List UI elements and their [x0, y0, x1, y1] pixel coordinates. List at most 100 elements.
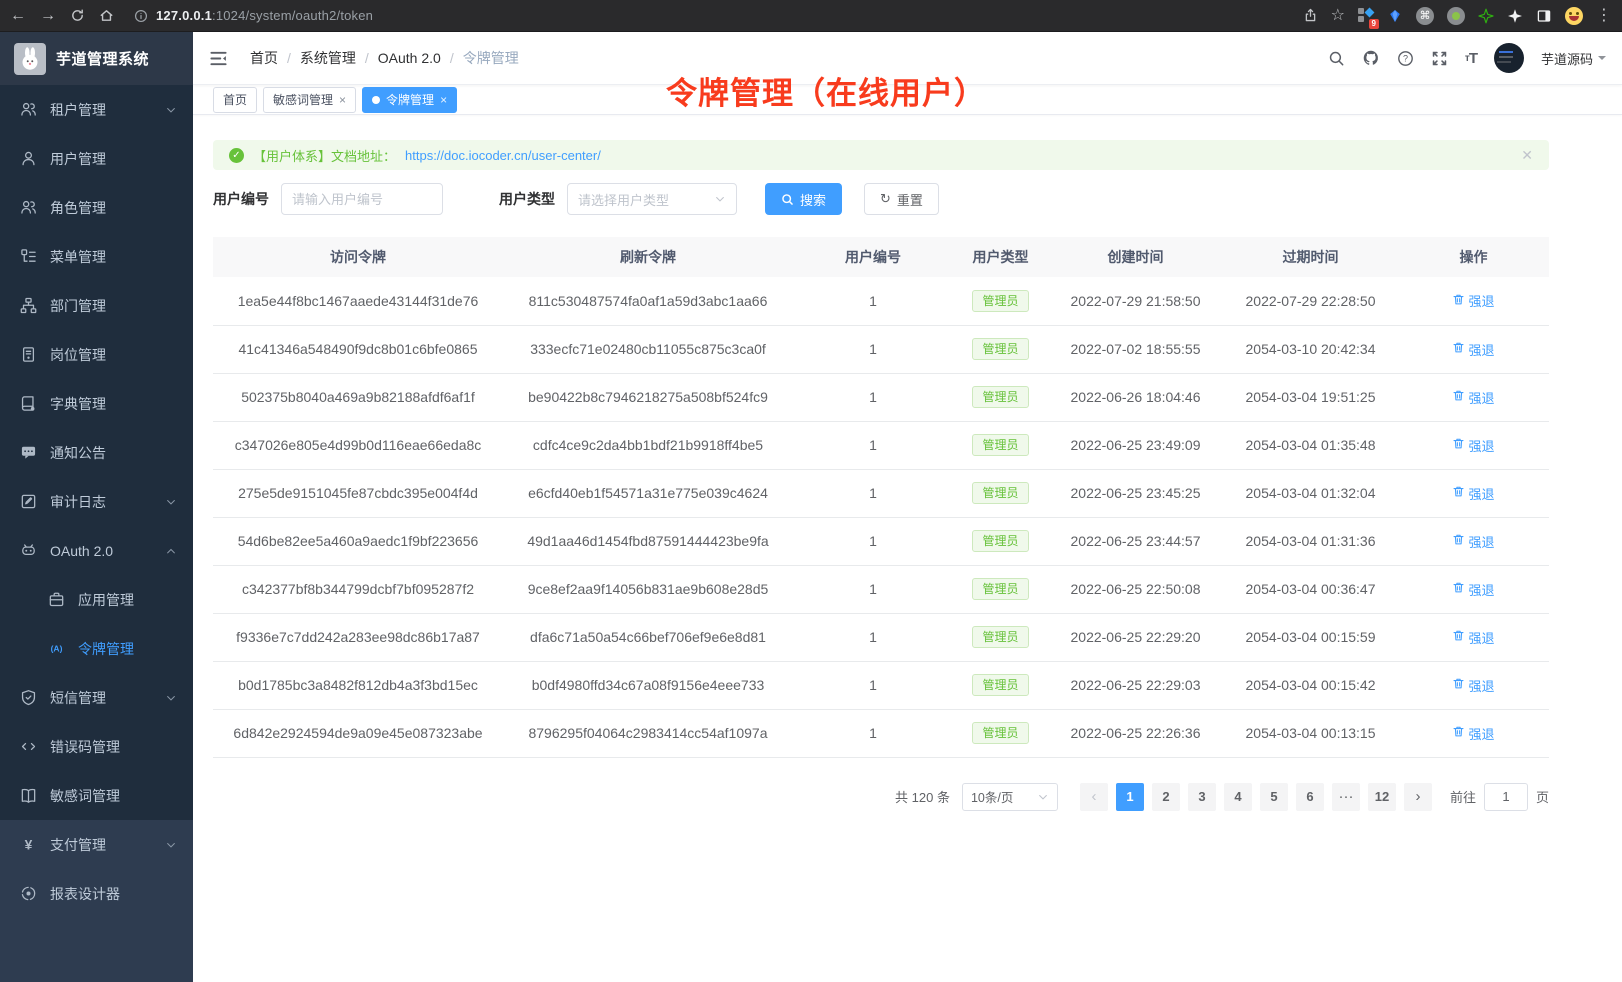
sidebar-item-label: 角色管理: [50, 198, 177, 218]
tab-1[interactable]: 敏感词管理×: [263, 87, 356, 113]
extension-blocks-icon[interactable]: 9: [1358, 8, 1374, 24]
sidebar-item-10[interactable]: 应用管理: [0, 575, 193, 624]
share-icon[interactable]: [1303, 8, 1318, 23]
white-star-extension-icon[interactable]: [1507, 8, 1523, 24]
reset-button[interactable]: ↻ 重置: [864, 183, 939, 215]
trash-icon: [1452, 533, 1465, 549]
breadcrumb-item-3: 令牌管理: [463, 48, 519, 68]
sidebar-item-active-11[interactable]: (A)令牌管理: [0, 624, 193, 673]
gem-extension-icon[interactable]: [1387, 8, 1403, 24]
page-button-4[interactable]: 4: [1224, 783, 1252, 811]
search-button[interactable]: 搜索: [765, 183, 842, 215]
search-icon[interactable]: [1328, 50, 1345, 67]
sidebar-item-8[interactable]: 审计日志: [0, 477, 193, 526]
force-logout-button[interactable]: 强退: [1452, 388, 1494, 407]
sidebar-item-2[interactable]: 角色管理: [0, 183, 193, 232]
close-icon[interactable]: ×: [339, 93, 346, 107]
sidebar-item-label: 部门管理: [50, 296, 177, 316]
extension-badge: 9: [1369, 19, 1379, 29]
user-type-select[interactable]: 请选择用户类型: [567, 183, 737, 215]
prev-page-button[interactable]: ‹: [1080, 783, 1108, 811]
help-icon[interactable]: ?: [1397, 50, 1414, 67]
sidebar-item-6[interactable]: 字典管理: [0, 379, 193, 428]
page-button-12[interactable]: 12: [1368, 783, 1396, 811]
next-page-button[interactable]: ›: [1404, 783, 1432, 811]
browser-back-icon[interactable]: ←: [10, 8, 26, 24]
sidebar-item-9[interactable]: OAuth 2.0: [0, 526, 193, 575]
tab-2[interactable]: 令牌管理×: [362, 87, 457, 113]
font-size-icon[interactable]: тT: [1465, 50, 1477, 67]
app-logo-rabbit-icon: [14, 43, 46, 75]
sidebar-item-label: OAuth 2.0: [50, 543, 152, 559]
sidebar-item-1[interactable]: 用户管理: [0, 134, 193, 183]
bookmark-star-icon[interactable]: ☆: [1331, 8, 1345, 24]
browser-reload-icon[interactable]: [70, 8, 85, 23]
sidebar-toggle-icon[interactable]: [1536, 8, 1552, 24]
page-button-5[interactable]: 5: [1260, 783, 1288, 811]
dictionary-icon: [20, 395, 37, 412]
page-button-2[interactable]: 2: [1152, 783, 1180, 811]
breadcrumb-item-2[interactable]: OAuth 2.0: [378, 50, 441, 66]
access-token-cell: f9336e7c7dd242a283ee98dc86b17a87: [213, 613, 503, 661]
sidebar-item-16[interactable]: 报表设计器: [0, 869, 193, 918]
browser-menu-dots-icon[interactable]: ⋮: [1596, 8, 1612, 24]
page-button-6[interactable]: 6: [1296, 783, 1324, 811]
user-id-input[interactable]: [281, 183, 443, 215]
close-icon[interactable]: ✕: [1521, 147, 1533, 164]
force-logout-button[interactable]: 强退: [1452, 436, 1494, 455]
force-logout-button[interactable]: 强退: [1452, 291, 1494, 310]
user-type-tag: 管理员: [972, 338, 1028, 360]
record-extension-icon[interactable]: [1447, 7, 1465, 25]
robot-icon: [20, 542, 37, 559]
page-button-3[interactable]: 3: [1188, 783, 1216, 811]
force-logout-button[interactable]: 强退: [1452, 676, 1494, 695]
force-logout-button[interactable]: 强退: [1452, 628, 1494, 647]
trash-icon: [1452, 725, 1465, 741]
force-logout-button[interactable]: 强退: [1452, 484, 1494, 503]
table-row: c347026e805e4d99b0d116eae66eda8ccdfc4ce9…: [213, 421, 1549, 469]
browser-forward-icon[interactable]: →: [40, 8, 56, 24]
page-button-1[interactable]: 1: [1116, 783, 1144, 811]
sidebar-item-7[interactable]: 通知公告: [0, 428, 193, 477]
site-info-icon[interactable]: [134, 9, 148, 23]
sidebar-item-0[interactable]: 租户管理: [0, 85, 193, 134]
user-type-label: 用户类型: [499, 189, 555, 209]
page-size-select[interactable]: 10条/页: [962, 783, 1058, 811]
force-logout-button[interactable]: 强退: [1452, 340, 1494, 359]
sidebar-item-label: 菜单管理: [50, 247, 177, 267]
tab-0[interactable]: 首页: [213, 87, 257, 113]
sidebar: 芋道管理系统 租户管理用户管理角色管理菜单管理部门管理岗位管理字典管理通知公告审…: [0, 32, 193, 982]
github-icon[interactable]: [1362, 49, 1380, 67]
created-cell: 2022-06-25 22:50:08: [1048, 565, 1223, 613]
refresh-token-cell: b0df4980ffd34c67a08f9156e4eee733: [503, 661, 793, 709]
browser-home-icon[interactable]: [99, 8, 114, 23]
user-id-cell: 1: [793, 325, 953, 373]
sidebar-item-12[interactable]: 短信管理: [0, 673, 193, 722]
breadcrumb-item-1[interactable]: 系统管理: [300, 48, 356, 68]
app-logo-row[interactable]: 芋道管理系统: [0, 32, 193, 85]
sidebar-item-5[interactable]: 岗位管理: [0, 330, 193, 379]
user-menu[interactable]: 芋道源码: [1541, 49, 1606, 68]
sidebar-collapse-icon[interactable]: [209, 49, 228, 68]
force-logout-button[interactable]: 强退: [1452, 724, 1494, 743]
command-extension-icon[interactable]: ⌘: [1416, 7, 1434, 25]
goto-page-input[interactable]: [1484, 783, 1528, 811]
user-avatar[interactable]: [1494, 43, 1524, 73]
more-pages-button[interactable]: ···: [1332, 783, 1360, 811]
force-logout-button[interactable]: 强退: [1452, 580, 1494, 599]
sidebar-item-3[interactable]: 菜单管理: [0, 232, 193, 281]
green-star-extension-icon[interactable]: [1478, 8, 1494, 24]
alert-doc-link[interactable]: https://doc.iocoder.cn/user-center/: [405, 148, 601, 163]
profile-emoji-icon[interactable]: [1565, 7, 1583, 25]
address-bar[interactable]: 127.0.0.1:1024/system/oauth2/token: [134, 8, 373, 23]
breadcrumb-item-0[interactable]: 首页: [250, 48, 278, 68]
sidebar-item-4[interactable]: 部门管理: [0, 281, 193, 330]
force-logout-button[interactable]: 强退: [1452, 532, 1494, 551]
close-icon[interactable]: ×: [440, 93, 447, 107]
trash-icon: [1452, 389, 1465, 405]
sidebar-item-14[interactable]: 敏感词管理: [0, 771, 193, 820]
user-id-cell: 1: [793, 709, 953, 757]
fullscreen-icon[interactable]: [1431, 50, 1448, 67]
sidebar-item-13[interactable]: 错误码管理: [0, 722, 193, 771]
sidebar-item-15[interactable]: ¥支付管理: [0, 820, 193, 869]
